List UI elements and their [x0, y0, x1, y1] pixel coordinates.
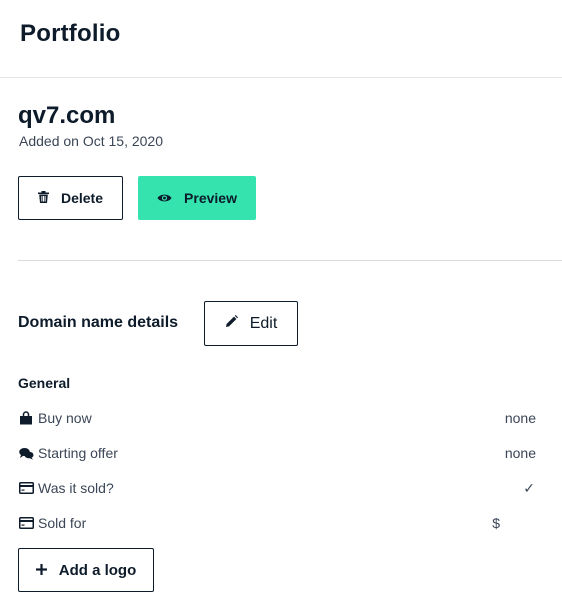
preview-button[interactable]: Preview: [138, 176, 256, 220]
sold-for-label: Sold for: [38, 515, 87, 531]
was-sold-label: Was it sold?: [38, 480, 114, 496]
buy-now-value: none: [504, 410, 536, 426]
detail-row-sold-for: Sold for $: [18, 513, 536, 533]
detail-row-was-sold: Was it sold? ✓: [18, 478, 536, 498]
delete-button[interactable]: Delete: [18, 176, 123, 220]
starting-offer-label: Starting offer: [38, 445, 118, 461]
domain-name: qv7.com: [18, 102, 116, 129]
buy-now-label: Buy now: [38, 410, 92, 426]
sold-for-value: $: [492, 515, 500, 531]
pencil-icon: [225, 314, 238, 333]
detail-row-buy-now: Buy now none: [18, 408, 536, 428]
chat-bubbles-icon: [18, 445, 34, 461]
page-title: Portfolio: [20, 20, 121, 47]
detail-row-starting-offer: Starting offer none: [18, 443, 536, 463]
trash-icon: [37, 190, 49, 206]
domain-details-heading: Domain name details: [18, 314, 179, 331]
section-divider: [18, 260, 562, 261]
page-header: Portfolio: [0, 0, 562, 78]
edit-button-label: Edit: [249, 314, 278, 332]
plus-icon: [35, 562, 47, 579]
shopping-bag-icon: [18, 410, 34, 426]
delete-button-label: Delete: [60, 190, 104, 206]
general-heading: General: [18, 375, 71, 391]
starting-offer-value: none: [504, 445, 536, 461]
add-logo-label: Add a logo: [58, 561, 137, 579]
added-on-date: Added on Oct 15, 2020: [19, 133, 163, 149]
credit-card-icon: [18, 480, 34, 496]
preview-button-label: Preview: [184, 190, 237, 206]
add-logo-button[interactable]: Add a logo: [18, 548, 154, 592]
edit-button[interactable]: Edit: [204, 301, 298, 346]
eye-icon: [157, 190, 172, 206]
was-sold-value: ✓: [523, 479, 535, 496]
credit-card-icon: [18, 515, 34, 531]
